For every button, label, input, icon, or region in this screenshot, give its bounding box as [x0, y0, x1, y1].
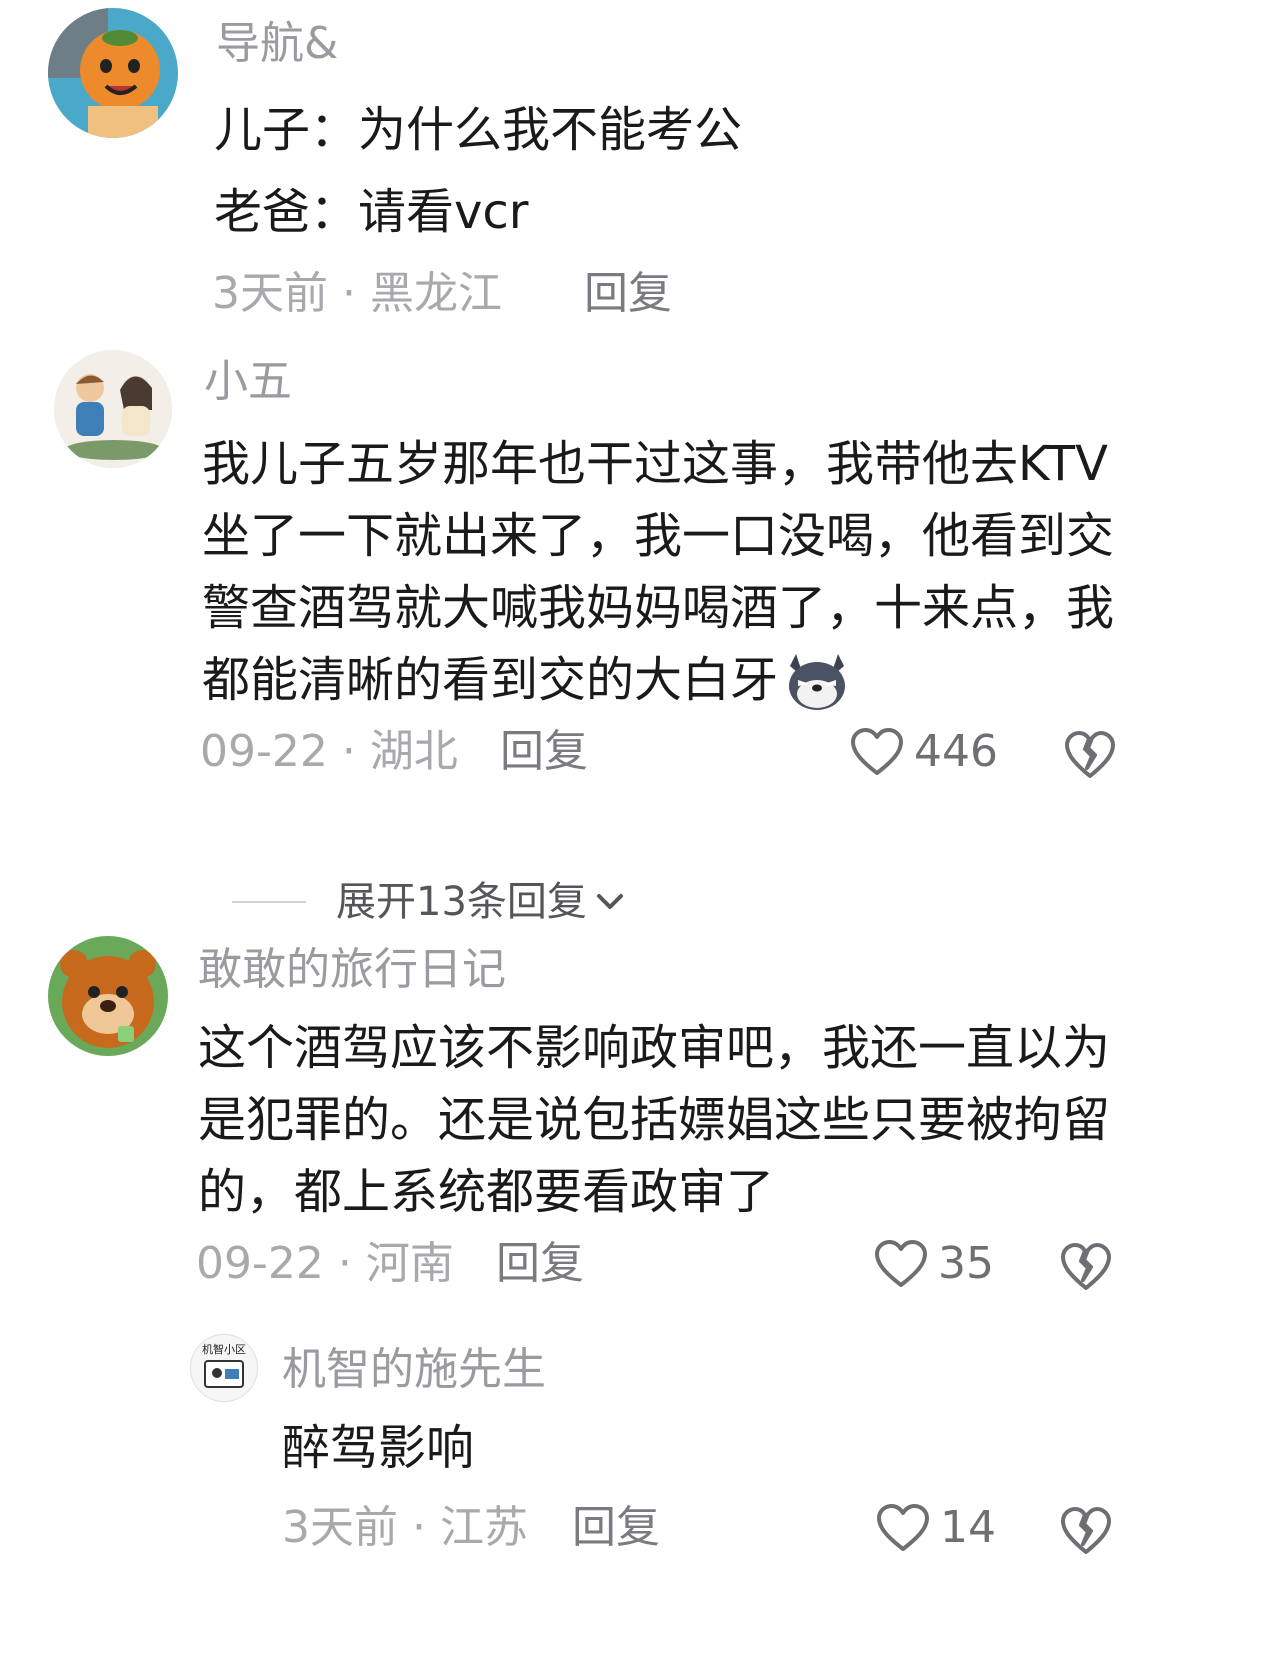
avatar[interactable]	[48, 936, 168, 1056]
comment-location: 河南	[365, 1238, 454, 1289]
comment-line: 醉驾影响	[282, 1420, 475, 1476]
comment-text: 我儿子五岁那年也干过这事，我带他去KTV 坐了一下就出来了，我一口没喝，他看到交…	[202, 428, 1114, 718]
avatar[interactable]: 机智小区	[190, 1334, 258, 1402]
comment-time: 3天前	[212, 268, 328, 319]
broken-heart-icon[interactable]	[1064, 730, 1116, 780]
comment-location: 湖北	[369, 726, 458, 777]
comment-text: 醉驾影响	[282, 1412, 474, 1484]
comment-line: 我儿子五岁那年也干过这事，我带他去KTV	[202, 436, 1108, 492]
broken-heart-icon[interactable]	[1060, 1242, 1112, 1292]
comment-meta: 3天前 · 江苏	[282, 1502, 528, 1554]
username[interactable]: 机智的施先生	[282, 1344, 546, 1396]
comment-line: 这个酒驾应该不影响政审吧，我还一直以为	[198, 1020, 1111, 1076]
expand-replies-label: 展开13条回复	[336, 879, 587, 925]
comment-line-text: 都能清晰的看到交的大白牙	[202, 652, 779, 708]
heart-outline-icon	[850, 727, 904, 777]
comment-time: 3天前	[282, 1502, 398, 1553]
username[interactable]: 导航&	[216, 18, 338, 70]
comment-text: 儿子：为什么我不能考公 老爸：请看vcr	[214, 94, 742, 248]
comment-line: 老爸：请看vcr	[214, 184, 529, 240]
meta-separator: ·	[323, 1238, 366, 1289]
reply-button[interactable]: 回复	[584, 268, 672, 320]
reply-button[interactable]: 回复	[572, 1502, 660, 1554]
like-button[interactable]: 35	[874, 1238, 994, 1290]
comment-time: 09-22	[200, 726, 328, 777]
comment-location: 江苏	[439, 1502, 528, 1553]
like-button[interactable]: 446	[850, 726, 998, 778]
comment-line: 都能清晰的看到交的大白牙	[202, 644, 1114, 718]
avatar-text: 机智小区	[202, 1342, 246, 1356]
reply-button[interactable]: 回复	[500, 726, 588, 778]
expand-replies-button[interactable]: 展开13条回复	[232, 876, 625, 928]
heart-outline-icon	[874, 1239, 928, 1289]
avatar[interactable]	[48, 8, 178, 138]
comment-line: 儿子：为什么我不能考公	[214, 102, 743, 158]
username[interactable]: 小五	[204, 356, 292, 408]
meta-separator: ·	[328, 268, 370, 319]
meta-separator: ·	[327, 726, 370, 777]
like-count: 14	[940, 1502, 996, 1553]
like-count: 446	[914, 726, 998, 777]
avatar[interactable]	[54, 350, 172, 468]
comment-line: 的，都上系统都要看政审了	[198, 1164, 775, 1220]
like-button[interactable]: 14	[876, 1502, 996, 1554]
wolf-emoji-icon	[782, 648, 852, 718]
reply-button[interactable]: 回复	[496, 1238, 584, 1290]
expand-divider	[232, 901, 306, 903]
meta-separator: ·	[398, 1502, 440, 1553]
comment-meta: 09-22 · 河南	[196, 1238, 454, 1290]
comment-line: 坐了一下就出来了，我一口没喝，他看到交	[202, 508, 1115, 564]
comment-location: 黑龙江	[369, 268, 502, 319]
comment-meta: 3天前 · 黑龙江	[212, 268, 502, 320]
heart-outline-icon	[876, 1503, 930, 1553]
comment-line: 警查酒驾就大喊我妈妈喝酒了，十来点，我	[202, 580, 1115, 636]
comment-line: 是犯罪的。还是说包括嫖娼这些只要被拘留	[198, 1092, 1111, 1148]
chevron-down-icon	[595, 892, 625, 912]
comment-time: 09-22	[196, 1238, 324, 1289]
comment-text: 这个酒驾应该不影响政审吧，我还一直以为 是犯罪的。还是说包括嫖娼这些只要被拘留 …	[198, 1012, 1110, 1228]
broken-heart-icon[interactable]	[1060, 1506, 1112, 1556]
username[interactable]: 敢敢的旅行日记	[198, 944, 506, 996]
like-count: 35	[938, 1238, 994, 1289]
comment-meta: 09-22 · 湖北	[200, 726, 458, 778]
